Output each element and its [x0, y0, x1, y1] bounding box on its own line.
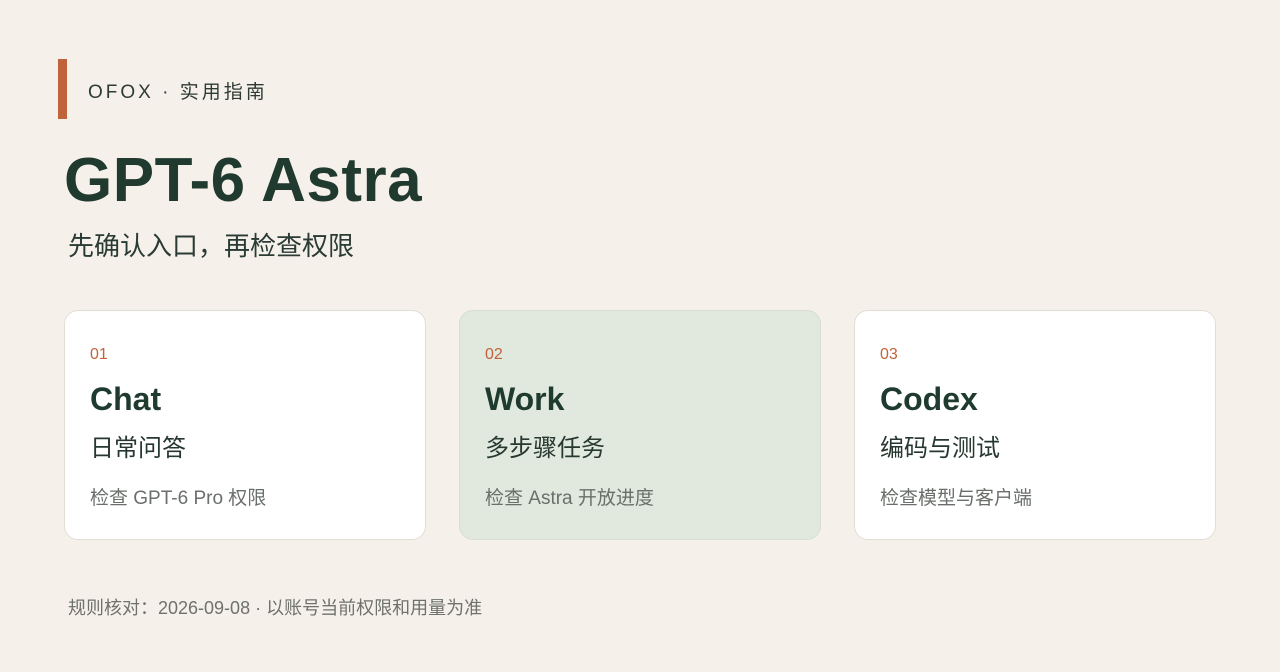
- card-work: 02 Work 多步骤任务 检查 Astra 开放进度: [459, 310, 821, 540]
- card-codex: 03 Codex 编码与测试 检查模型与客户端: [854, 310, 1216, 540]
- card-note: 检查模型与客户端: [880, 488, 1033, 509]
- card-number: 01: [90, 346, 108, 363]
- kicker-label: OFOX · 实用指南: [88, 82, 268, 103]
- cards-row: 01 Chat 日常问答 检查 GPT-6 Pro 权限 02 Work 多步骤…: [64, 310, 1217, 542]
- card-title: Work: [485, 381, 565, 417]
- card-number: 03: [880, 346, 898, 363]
- card-note: 检查 Astra 开放进度: [485, 488, 654, 509]
- card-title: Codex: [880, 381, 978, 417]
- page-title: GPT-6 Astra: [64, 146, 423, 215]
- card-description: 编码与测试: [880, 435, 1000, 462]
- page-subtitle: 先确认入口，再检查权限: [68, 231, 355, 261]
- card-chat: 01 Chat 日常问答 检查 GPT-6 Pro 权限: [64, 310, 426, 540]
- card-title: Chat: [90, 381, 162, 417]
- card-number: 02: [485, 346, 503, 363]
- card-description: 多步骤任务: [485, 435, 605, 462]
- card-description: 日常问答: [90, 435, 186, 462]
- accent-bar: [58, 59, 67, 119]
- card-note: 检查 GPT-6 Pro 权限: [90, 488, 267, 509]
- footer-note: 规则核对：2026-09-08 · 以账号当前权限和用量为准: [68, 598, 483, 618]
